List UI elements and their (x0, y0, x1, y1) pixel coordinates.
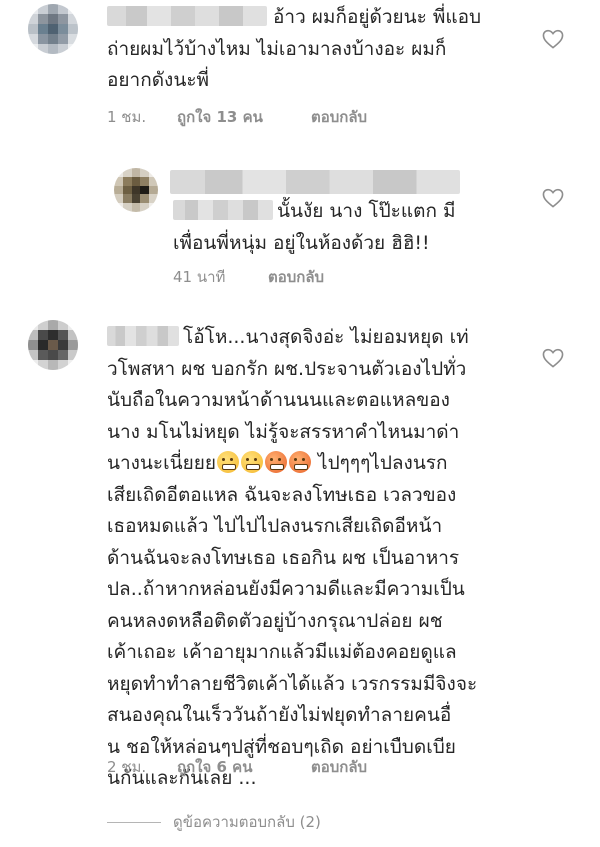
likes-count[interactable]: ถูกใจ 6 คน (177, 755, 311, 779)
username-blurred[interactable] (170, 170, 460, 194)
comment-meta: 2 ชม. ถูกใจ 6 คน ตอบกลับ (107, 755, 367, 779)
heart-icon[interactable] (542, 348, 564, 368)
reply-button[interactable]: ตอบกลับ (311, 755, 367, 779)
reply-button[interactable]: ตอบกลับ (311, 105, 367, 129)
divider-line (107, 821, 161, 823)
view-replies-label: ดูข้อความตอบกลับ (2) (173, 813, 321, 831)
username-blurred[interactable] (107, 326, 179, 346)
comment-text: อ้าว ผมก็อยู่ด้วยนะ พี่แอบ ถ่ายผมไว้บ้าง… (107, 6, 482, 91)
avatar[interactable] (28, 4, 78, 54)
likes-count[interactable]: ถูกใจ 13 คน (177, 105, 311, 129)
view-replies-button[interactable]: ดูข้อความตอบกลับ (2) (107, 810, 321, 834)
angry-yellow-emoji (241, 451, 264, 473)
angry-red-emoji (265, 451, 288, 473)
reply-button[interactable]: ตอบกลับ (268, 265, 324, 289)
heart-icon[interactable] (542, 29, 564, 49)
comment-text: โอ้โห...นางสุดจิงอ่ะ ไม่ยอมหยุด เท่ วโพส… (107, 326, 478, 789)
angry-red-emoji (289, 451, 312, 473)
avatar[interactable] (28, 320, 78, 370)
comment-time: 2 ชม. (107, 758, 147, 776)
mention-blurred[interactable] (173, 200, 273, 220)
comment-time: 41 นาที (173, 268, 226, 286)
comment-meta: 1 ชม. ถูกใจ 13 คน ตอบกลับ (107, 105, 367, 129)
heart-icon[interactable] (542, 188, 564, 208)
comment-meta: 41 นาที ตอบกลับ (173, 265, 324, 289)
angry-yellow-emoji (217, 451, 240, 473)
comment-time: 1 ชม. (107, 108, 147, 126)
username-blurred[interactable] (107, 6, 267, 26)
avatar[interactable] (114, 168, 158, 212)
comment-text: นั้นงัย นาง โป๊ะแตก มี เพื่อนพี่หนุ่ม อย… (173, 200, 456, 254)
